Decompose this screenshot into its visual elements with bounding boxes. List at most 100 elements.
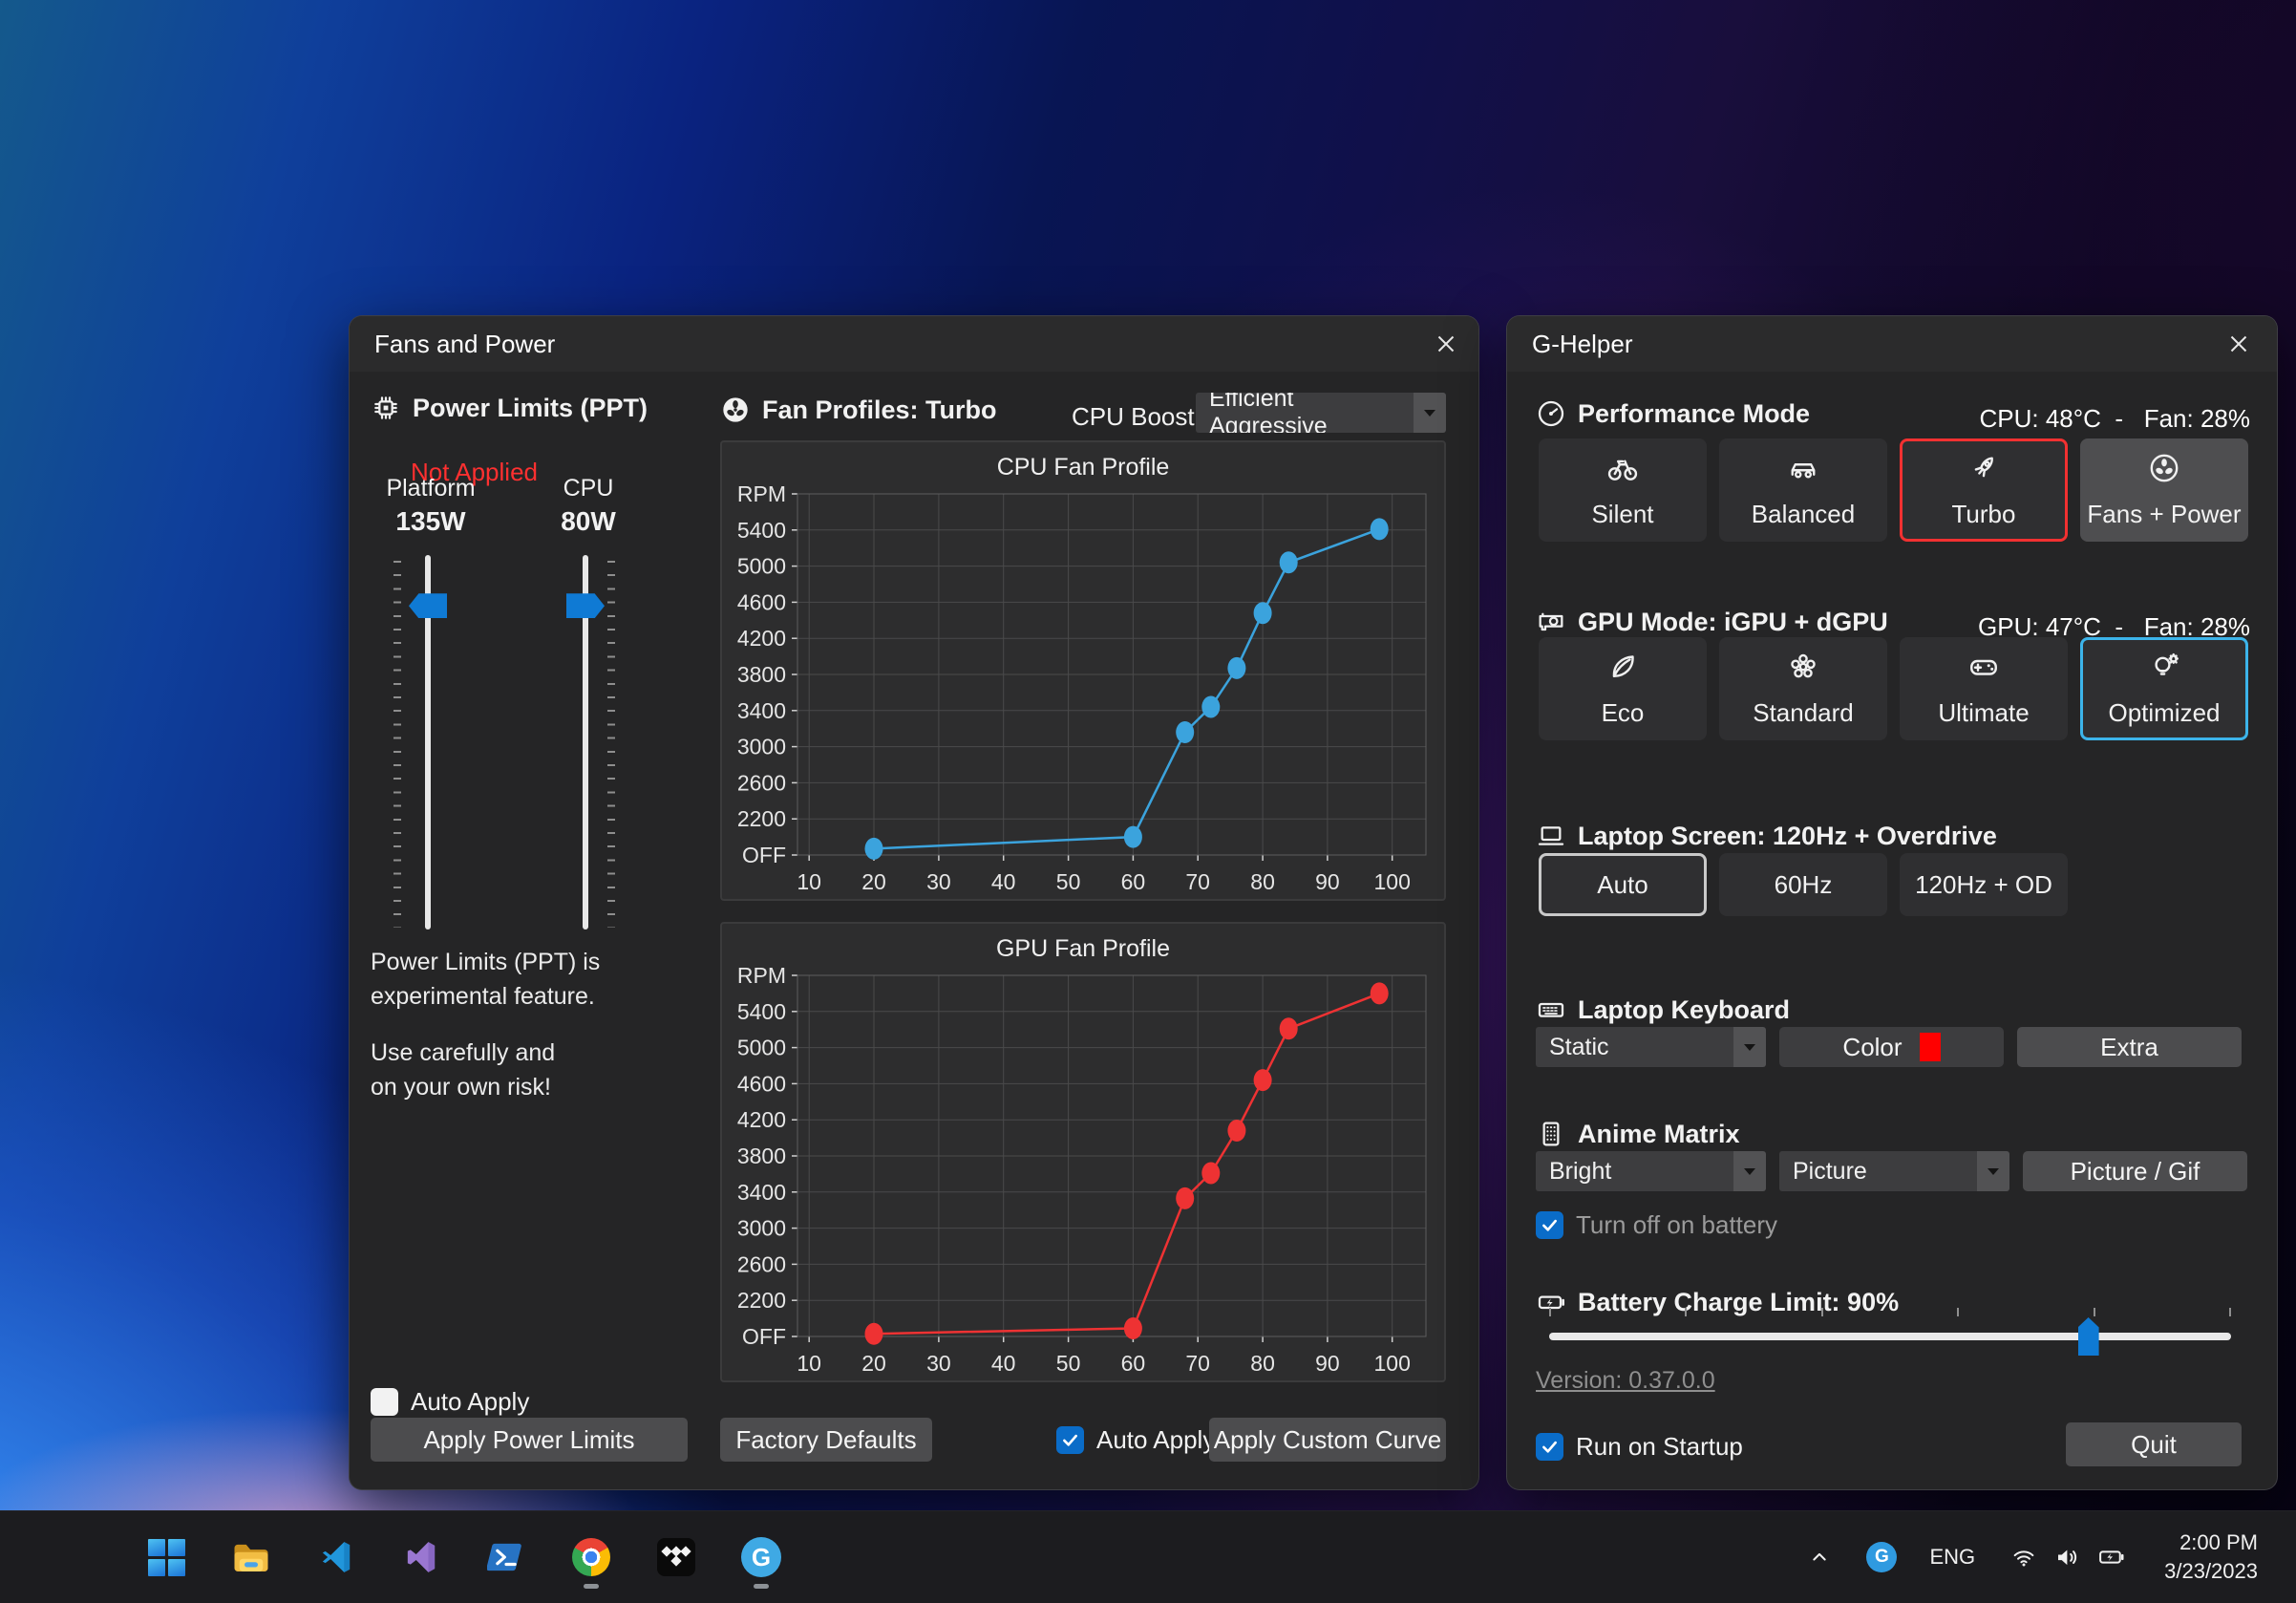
- curve-auto-apply-label: Auto Apply: [1096, 1425, 1215, 1455]
- mode-button-turbo[interactable]: Turbo: [1900, 438, 2068, 542]
- close-icon: [2224, 330, 2253, 358]
- ghelper-close-button[interactable]: [2220, 325, 2258, 363]
- curve-auto-apply-row: Auto Apply: [1056, 1425, 1215, 1455]
- fans-window-titlebar[interactable]: Fans and Power: [350, 316, 1478, 372]
- version-link[interactable]: Version: 0.37.0.0: [1536, 1367, 1715, 1395]
- run-on-startup-checkbox[interactable]: [1536, 1433, 1563, 1461]
- battery-tray-button[interactable]: [2097, 1543, 2126, 1571]
- cpu-slider-thumb[interactable]: [566, 593, 605, 618]
- system-tray: G ENG: [1805, 1511, 2258, 1603]
- vscode-icon: [317, 1538, 355, 1576]
- g-helper-icon: G: [741, 1537, 781, 1577]
- svg-text:3400: 3400: [737, 1180, 786, 1205]
- check-icon: [1540, 1215, 1560, 1235]
- screen-button-label: Auto: [1597, 870, 1648, 900]
- mode-button-balanced[interactable]: Balanced: [1719, 438, 1887, 542]
- running-indicator: [754, 1584, 769, 1589]
- gpu-fan-chart[interactable]: 102030405060708090100OFF2200260030003400…: [723, 964, 1441, 1380]
- tray-clock[interactable]: 2:00 PM 3/23/2023: [2164, 1528, 2258, 1585]
- visual-studio-icon: [402, 1538, 440, 1576]
- screen-button-auto[interactable]: Auto: [1539, 853, 1707, 916]
- gpu-button-ultimate[interactable]: Ultimate: [1900, 637, 2068, 740]
- gpu-button-label: Eco: [1602, 698, 1645, 728]
- fan-icon: [720, 395, 751, 425]
- power-auto-apply-label: Auto Apply: [411, 1387, 529, 1417]
- vscode-button[interactable]: [309, 1523, 363, 1592]
- matrix-mode-value: Picture: [1779, 1151, 1977, 1191]
- mode-button-label: Fans + Power: [2087, 500, 2241, 529]
- svg-text:5400: 5400: [737, 518, 786, 543]
- tray-g-helper-icon[interactable]: G: [1866, 1542, 1897, 1572]
- matrix-brightness-value: Bright: [1536, 1151, 1733, 1191]
- cpu-boost-label: CPU Boost: [1072, 402, 1195, 432]
- keyboard-extra-button[interactable]: Extra: [2017, 1027, 2242, 1067]
- visual-studio-button[interactable]: [394, 1523, 448, 1592]
- svg-text:40: 40: [991, 869, 1016, 894]
- fans-close-button[interactable]: [1427, 325, 1465, 363]
- svg-text:80: 80: [1250, 869, 1275, 894]
- file-explorer-button[interactable]: [224, 1523, 278, 1592]
- matrix-mode-dropdown[interactable]: Picture: [1779, 1151, 2009, 1191]
- g-helper-button[interactable]: G: [734, 1523, 788, 1592]
- battery-slider-track[interactable]: [1549, 1333, 2231, 1340]
- svg-text:40: 40: [991, 1351, 1016, 1376]
- svg-text:60: 60: [1121, 869, 1146, 894]
- matrix-battery-checkbox-row: Turn off on battery: [1536, 1210, 1777, 1240]
- ghelper-titlebar[interactable]: G-Helper: [1507, 316, 2277, 372]
- tidal-icon: [657, 1538, 695, 1576]
- gpu-button-label: Optimized: [2108, 698, 2220, 728]
- cpu-boost-dropdown-button[interactable]: [1414, 393, 1446, 433]
- volume-button[interactable]: [2053, 1543, 2082, 1571]
- matrix-mode-dropdown-button[interactable]: [1977, 1151, 2009, 1191]
- keyboard-color-button[interactable]: Color: [1779, 1027, 2004, 1067]
- wifi-button[interactable]: [2009, 1543, 2038, 1571]
- screen-button-label: 120Hz + OD: [1915, 870, 2052, 900]
- quit-button[interactable]: Quit: [2066, 1422, 2242, 1466]
- start-button[interactable]: [139, 1523, 193, 1592]
- platform-slider-ticks: [393, 561, 401, 928]
- gpu-card-icon: [1536, 607, 1566, 637]
- svg-text:30: 30: [926, 869, 951, 894]
- screen-button-120hz-od[interactable]: 120Hz + OD: [1900, 853, 2068, 916]
- factory-defaults-button[interactable]: Factory Defaults: [720, 1418, 932, 1462]
- keyboard-mode-dropdown[interactable]: Static: [1536, 1027, 1766, 1067]
- powershell-button[interactable]: [479, 1523, 533, 1592]
- language-indicator[interactable]: ENG: [1929, 1545, 1975, 1570]
- mode-button-fans-power[interactable]: Fans + Power: [2080, 438, 2248, 542]
- matrix-brightness-dropdown[interactable]: Bright: [1536, 1151, 1766, 1191]
- cpu-fan-chart[interactable]: 102030405060708090100OFF2200260030003400…: [723, 482, 1441, 899]
- svg-text:3800: 3800: [737, 662, 786, 687]
- power-limits-note-1: Power Limits (PPT) is experimental featu…: [371, 945, 695, 1014]
- cpu-limit-value: 80W: [521, 506, 655, 537]
- g-helper-window: G-Helper Performance Mode CPU: 48°C - Fa…: [1506, 315, 2278, 1490]
- cpu-fan-chart-title: CPU Fan Profile: [722, 454, 1444, 481]
- tray-date: 3/23/2023: [2164, 1557, 2258, 1586]
- tray-chevron-button[interactable]: [1805, 1543, 1834, 1571]
- performance-mode-header: Performance Mode: [1536, 398, 1810, 429]
- gpu-button-standard[interactable]: Standard: [1719, 637, 1887, 740]
- turn-off-on-battery-checkbox[interactable]: [1536, 1211, 1563, 1239]
- power-auto-apply-checkbox[interactable]: [371, 1388, 398, 1416]
- check-icon: [1060, 1430, 1080, 1450]
- gpu-button-eco[interactable]: Eco: [1539, 637, 1707, 740]
- apply-custom-curve-button[interactable]: Apply Custom Curve: [1209, 1418, 1446, 1462]
- svg-text:100: 100: [1374, 869, 1411, 894]
- apply-power-limits-button[interactable]: Apply Power Limits: [371, 1418, 688, 1462]
- screen-button-60hz[interactable]: 60Hz: [1719, 853, 1887, 916]
- rocket-icon: [1966, 451, 2001, 485]
- screen-option-buttons: Auto 60Hz 120Hz + OD: [1539, 853, 2068, 916]
- curve-auto-apply-checkbox[interactable]: [1056, 1426, 1084, 1454]
- matrix-picture-gif-button[interactable]: Picture / Gif: [2023, 1151, 2247, 1191]
- cpu-boost-dropdown[interactable]: Efficient Aggressive: [1196, 393, 1446, 433]
- mode-button-silent[interactable]: Silent: [1539, 438, 1707, 542]
- bicycle-icon: [1605, 451, 1640, 485]
- battery-slider-thumb[interactable]: [2078, 1317, 2099, 1356]
- tidal-button[interactable]: [649, 1523, 703, 1592]
- chrome-button[interactable]: [564, 1523, 618, 1592]
- gpu-button-optimized[interactable]: Optimized: [2080, 637, 2248, 740]
- matrix-brightness-dropdown-button[interactable]: [1733, 1151, 1766, 1191]
- svg-text:5000: 5000: [737, 554, 786, 579]
- keyboard-mode-dropdown-button[interactable]: [1733, 1027, 1766, 1067]
- platform-slider-thumb[interactable]: [409, 593, 447, 618]
- gpu-button-label: Ultimate: [1938, 698, 2029, 728]
